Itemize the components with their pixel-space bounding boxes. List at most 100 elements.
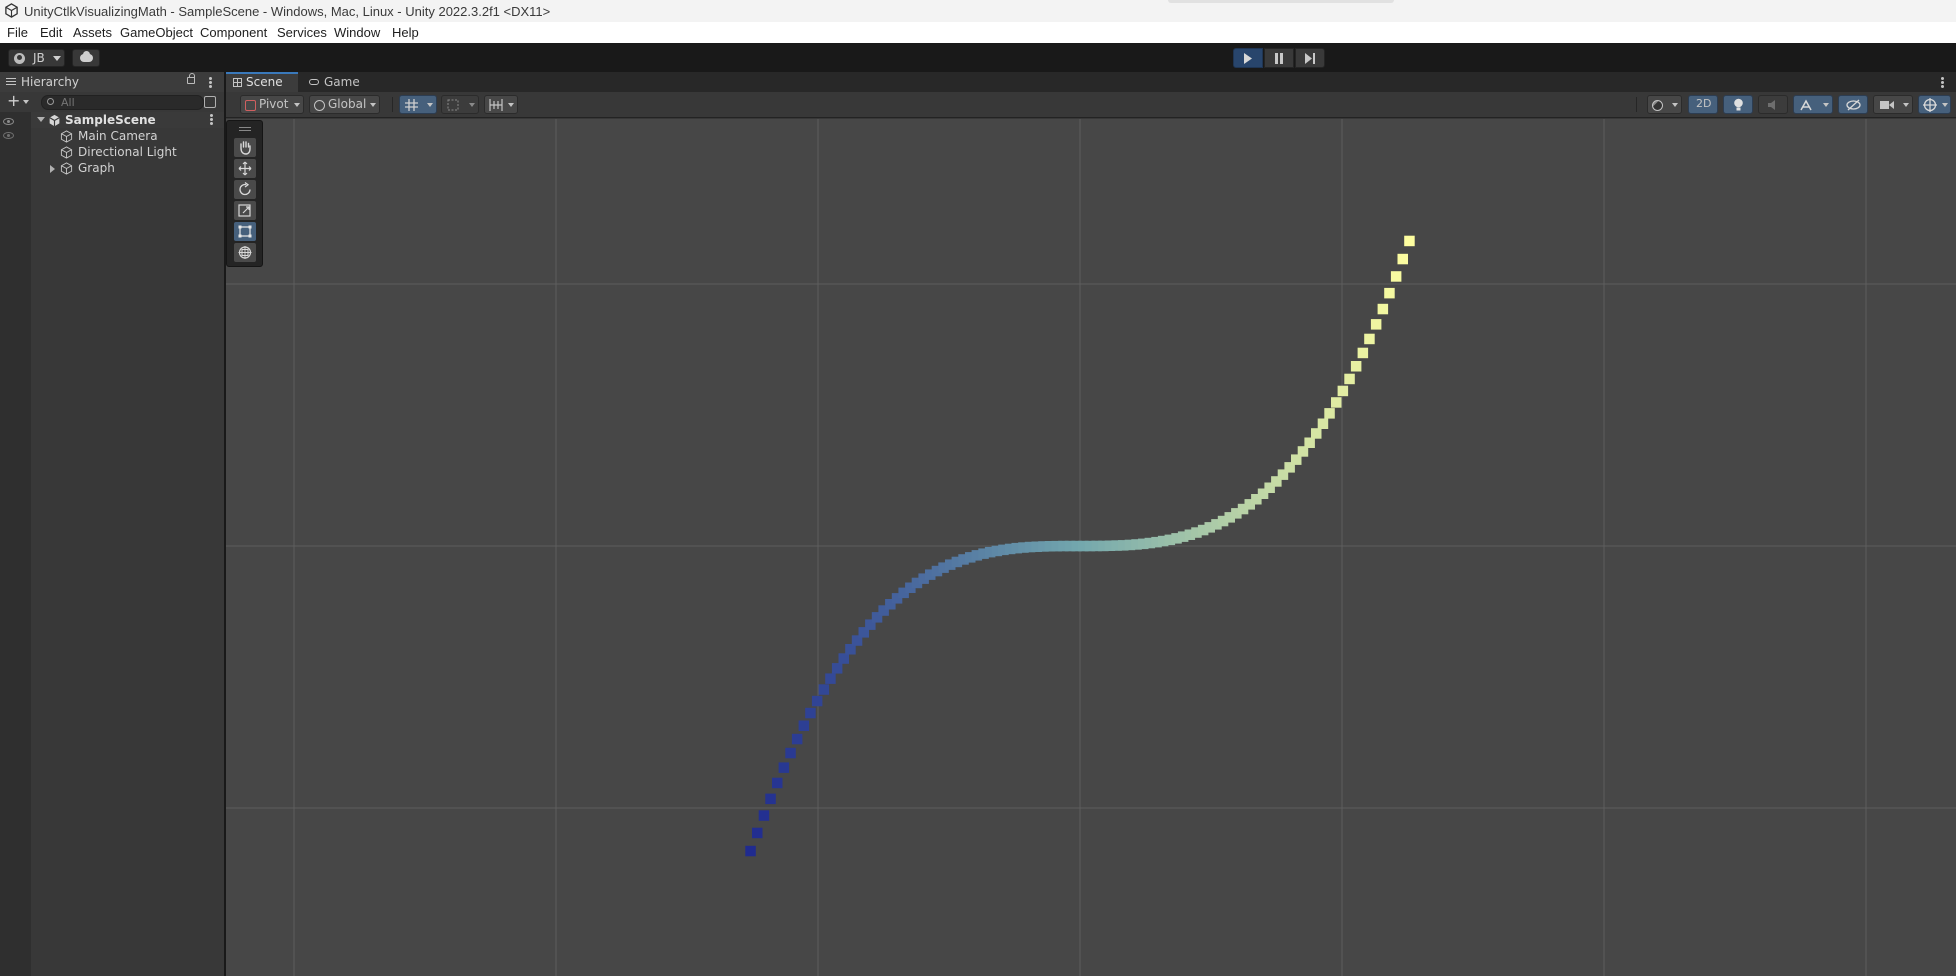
globe-icon [314, 100, 325, 111]
graph-point[interactable] [1357, 347, 1369, 359]
menu-component[interactable]: Component [200, 25, 267, 40]
graph-point[interactable] [831, 663, 843, 674]
lock-icon[interactable] [187, 73, 195, 84]
global-dropdown[interactable]: Global [309, 95, 380, 114]
graph-point[interactable] [772, 777, 783, 789]
chevron-down-icon [1903, 103, 1909, 107]
tab-scene[interactable]: Scene [226, 72, 298, 92]
rect-tool-button[interactable] [234, 222, 256, 241]
lighting-icon [1734, 98, 1743, 111]
graph-point[interactable] [1304, 437, 1315, 449]
graph-point[interactable] [818, 684, 830, 695]
graph-point[interactable] [825, 673, 836, 684]
scene-visibility-toggle[interactable] [1838, 95, 1868, 114]
graph-point[interactable] [1344, 373, 1355, 385]
hierarchy-item-main-camera[interactable]: Main Camera [31, 128, 224, 144]
view-tool-button[interactable] [234, 138, 256, 157]
graph-point[interactable] [758, 810, 770, 821]
audio-toggle[interactable] [1758, 95, 1788, 114]
move-tool-button[interactable] [234, 159, 256, 178]
menu-window[interactable]: Window [334, 25, 380, 40]
scale-tool-button[interactable] [234, 201, 256, 220]
graph-point[interactable] [1404, 235, 1415, 247]
effects-dropdown[interactable] [1793, 95, 1833, 114]
menu-services[interactable]: Services [277, 25, 327, 40]
graph-point[interactable] [785, 747, 796, 759]
graph-point[interactable] [791, 733, 803, 745]
tab-hierarchy[interactable]: Hierarchy [0, 72, 224, 92]
pivot-dropdown[interactable]: Pivot [240, 95, 304, 114]
menu-help[interactable]: Help [392, 25, 419, 40]
graph-point[interactable] [778, 762, 790, 773]
scene-menu-icon[interactable] [210, 114, 213, 126]
unity-logo-icon [5, 3, 18, 18]
cloud-button[interactable] [72, 49, 100, 67]
menu-assets[interactable]: Assets [73, 25, 112, 40]
fold-closed-icon[interactable] [50, 165, 55, 173]
hierarchy-search[interactable] [41, 95, 204, 110]
graph-point[interactable] [1384, 287, 1395, 299]
scene-tab-strip [226, 72, 1956, 92]
lighting-toggle[interactable] [1723, 95, 1753, 114]
hierarchy-search-input[interactable] [61, 96, 181, 109]
tab-game[interactable]: Game [298, 72, 368, 92]
play-button[interactable] [1233, 48, 1263, 68]
pickability-icon[interactable] [3, 132, 14, 139]
scene-panel-menu-icon[interactable] [1941, 77, 1944, 89]
graph-point[interactable] [1311, 428, 1322, 439]
graph-point[interactable] [1331, 397, 1342, 408]
graph-point[interactable] [1364, 333, 1375, 345]
rotate-tool-button[interactable] [234, 180, 256, 199]
account-icon [14, 53, 25, 64]
menu-edit[interactable]: Edit [40, 25, 62, 40]
2d-toggle[interactable]: 2D [1688, 95, 1718, 114]
pause-button[interactable] [1264, 48, 1294, 68]
snap-increment-dropdown[interactable] [441, 95, 479, 114]
create-button[interactable]: + [7, 93, 29, 110]
graph-point[interactable] [1397, 253, 1409, 265]
graph-point[interactable] [1370, 319, 1382, 330]
graph-point[interactable] [798, 720, 810, 732]
chevron-down-icon [1942, 103, 1948, 107]
graph-point[interactable] [1390, 271, 1402, 282]
visibility-eye-icon[interactable] [3, 118, 14, 125]
step-icon [1305, 53, 1315, 64]
graph-point[interactable] [811, 695, 823, 707]
tab-scene-label: Scene [246, 75, 283, 89]
scene-name: SampleScene [65, 113, 156, 127]
grid-snap-toggle[interactable] [399, 95, 437, 114]
graph-point[interactable] [1350, 361, 1362, 372]
graph-point[interactable] [838, 653, 850, 664]
hierarchy-menu-icon[interactable] [209, 77, 212, 89]
graph-point[interactable] [1324, 408, 1335, 419]
scene-canvas[interactable] [226, 119, 1956, 976]
menu-file[interactable]: File [7, 25, 28, 40]
account-dropdown[interactable]: JB [8, 49, 65, 67]
transform-tool-button[interactable] [234, 243, 256, 262]
graph-point[interactable] [745, 845, 756, 857]
graph-point[interactable] [1317, 418, 1329, 430]
gizmos-dropdown[interactable] [1918, 95, 1951, 114]
chevron-down-icon [427, 103, 433, 107]
fold-open-icon[interactable] [37, 117, 45, 122]
graph-point[interactable] [752, 827, 763, 839]
drag-handle-icon[interactable] [239, 127, 251, 133]
step-button[interactable] [1295, 48, 1325, 68]
view-tool-icon [240, 141, 251, 155]
rect-tool-icon [238, 225, 252, 238]
search-options-icon[interactable] [204, 96, 216, 108]
unity-scene-icon [49, 114, 60, 127]
graph-point[interactable] [805, 707, 816, 719]
scale-tool-icon [238, 204, 251, 217]
graph-point[interactable] [1377, 303, 1389, 315]
graph-point[interactable] [765, 793, 776, 805]
camera-settings-dropdown[interactable] [1873, 95, 1913, 114]
graph-point[interactable] [1337, 385, 1349, 397]
menu-gameobject[interactable]: GameObject [120, 25, 193, 40]
hierarchy-scene-row[interactable]: SampleScene [31, 112, 224, 128]
shading-mode-dropdown[interactable] [1647, 95, 1682, 114]
scene-viewport[interactable] [226, 119, 1956, 976]
hierarchy-item-graph[interactable]: Graph [31, 160, 224, 176]
hierarchy-item-directional-light[interactable]: Directional Light [31, 144, 224, 160]
grid-visibility-dropdown[interactable] [484, 95, 518, 114]
